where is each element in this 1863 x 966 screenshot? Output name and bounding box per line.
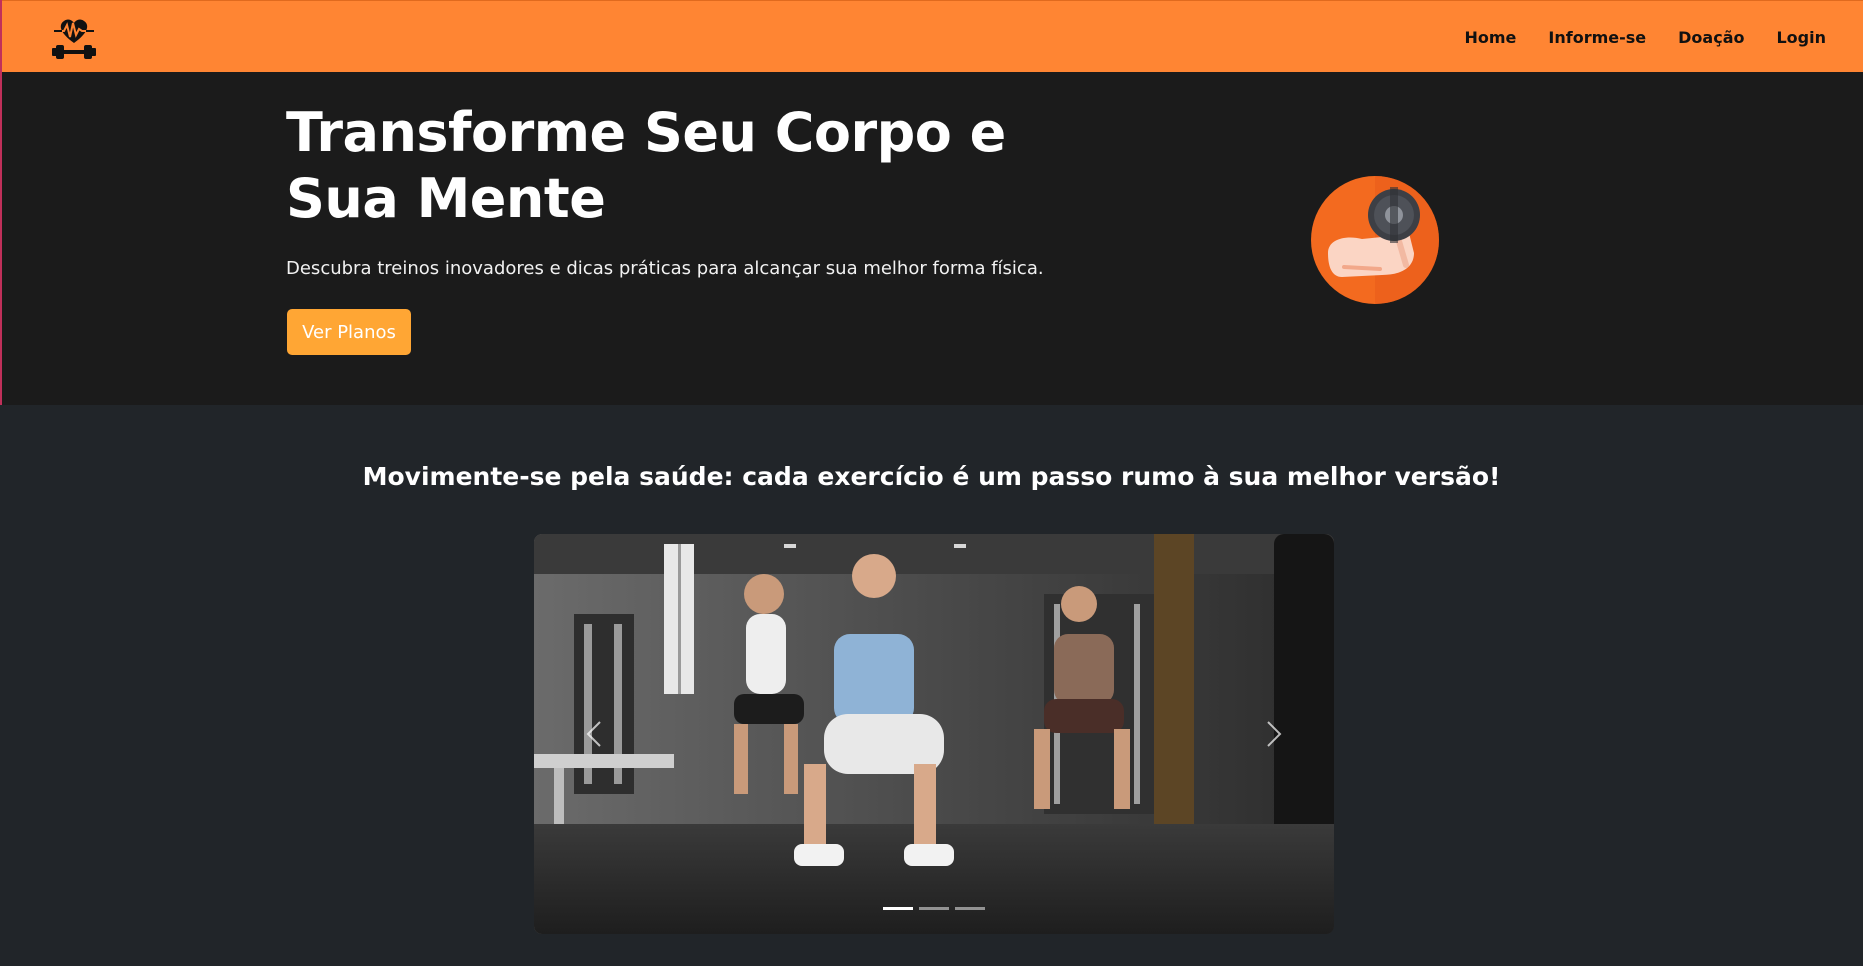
- heart-dumbbell-icon[interactable]: [50, 13, 98, 61]
- nav-doacao[interactable]: Doação: [1662, 28, 1760, 47]
- nav-home[interactable]: Home: [1449, 28, 1533, 47]
- ver-planos-button[interactable]: Ver Planos: [287, 309, 411, 355]
- section-title: Movimente-se pela saúde: cada exercício …: [362, 462, 1501, 491]
- chevron-right-icon: [1267, 721, 1282, 747]
- nav-links: Home Informe-se Doação Login: [1449, 1, 1827, 73]
- carousel-next-button[interactable]: [1214, 534, 1334, 934]
- hero-section: Transforme Seu Corpo e Sua Mente Descubr…: [2, 72, 1863, 405]
- image-carousel[interactable]: [534, 534, 1334, 934]
- flexed-arm-dumbbell-icon: [1310, 175, 1440, 305]
- carousel-prev-button[interactable]: [534, 534, 654, 934]
- carousel-indicator-3[interactable]: [955, 907, 985, 910]
- carousel-indicator-2[interactable]: [919, 907, 949, 910]
- hero-subtitle: Descubra treinos inovadores e dicas prát…: [286, 258, 1044, 279]
- carousel-indicator-1[interactable]: [883, 907, 913, 910]
- hero-title: Transforme Seu Corpo e Sua Mente: [286, 101, 1006, 230]
- nav-login[interactable]: Login: [1760, 28, 1826, 47]
- carousel-indicators: [534, 907, 1334, 910]
- navbar: Home Informe-se Doação Login: [2, 0, 1863, 72]
- chevron-left-icon: [586, 721, 601, 747]
- nav-informe-se[interactable]: Informe-se: [1532, 28, 1662, 47]
